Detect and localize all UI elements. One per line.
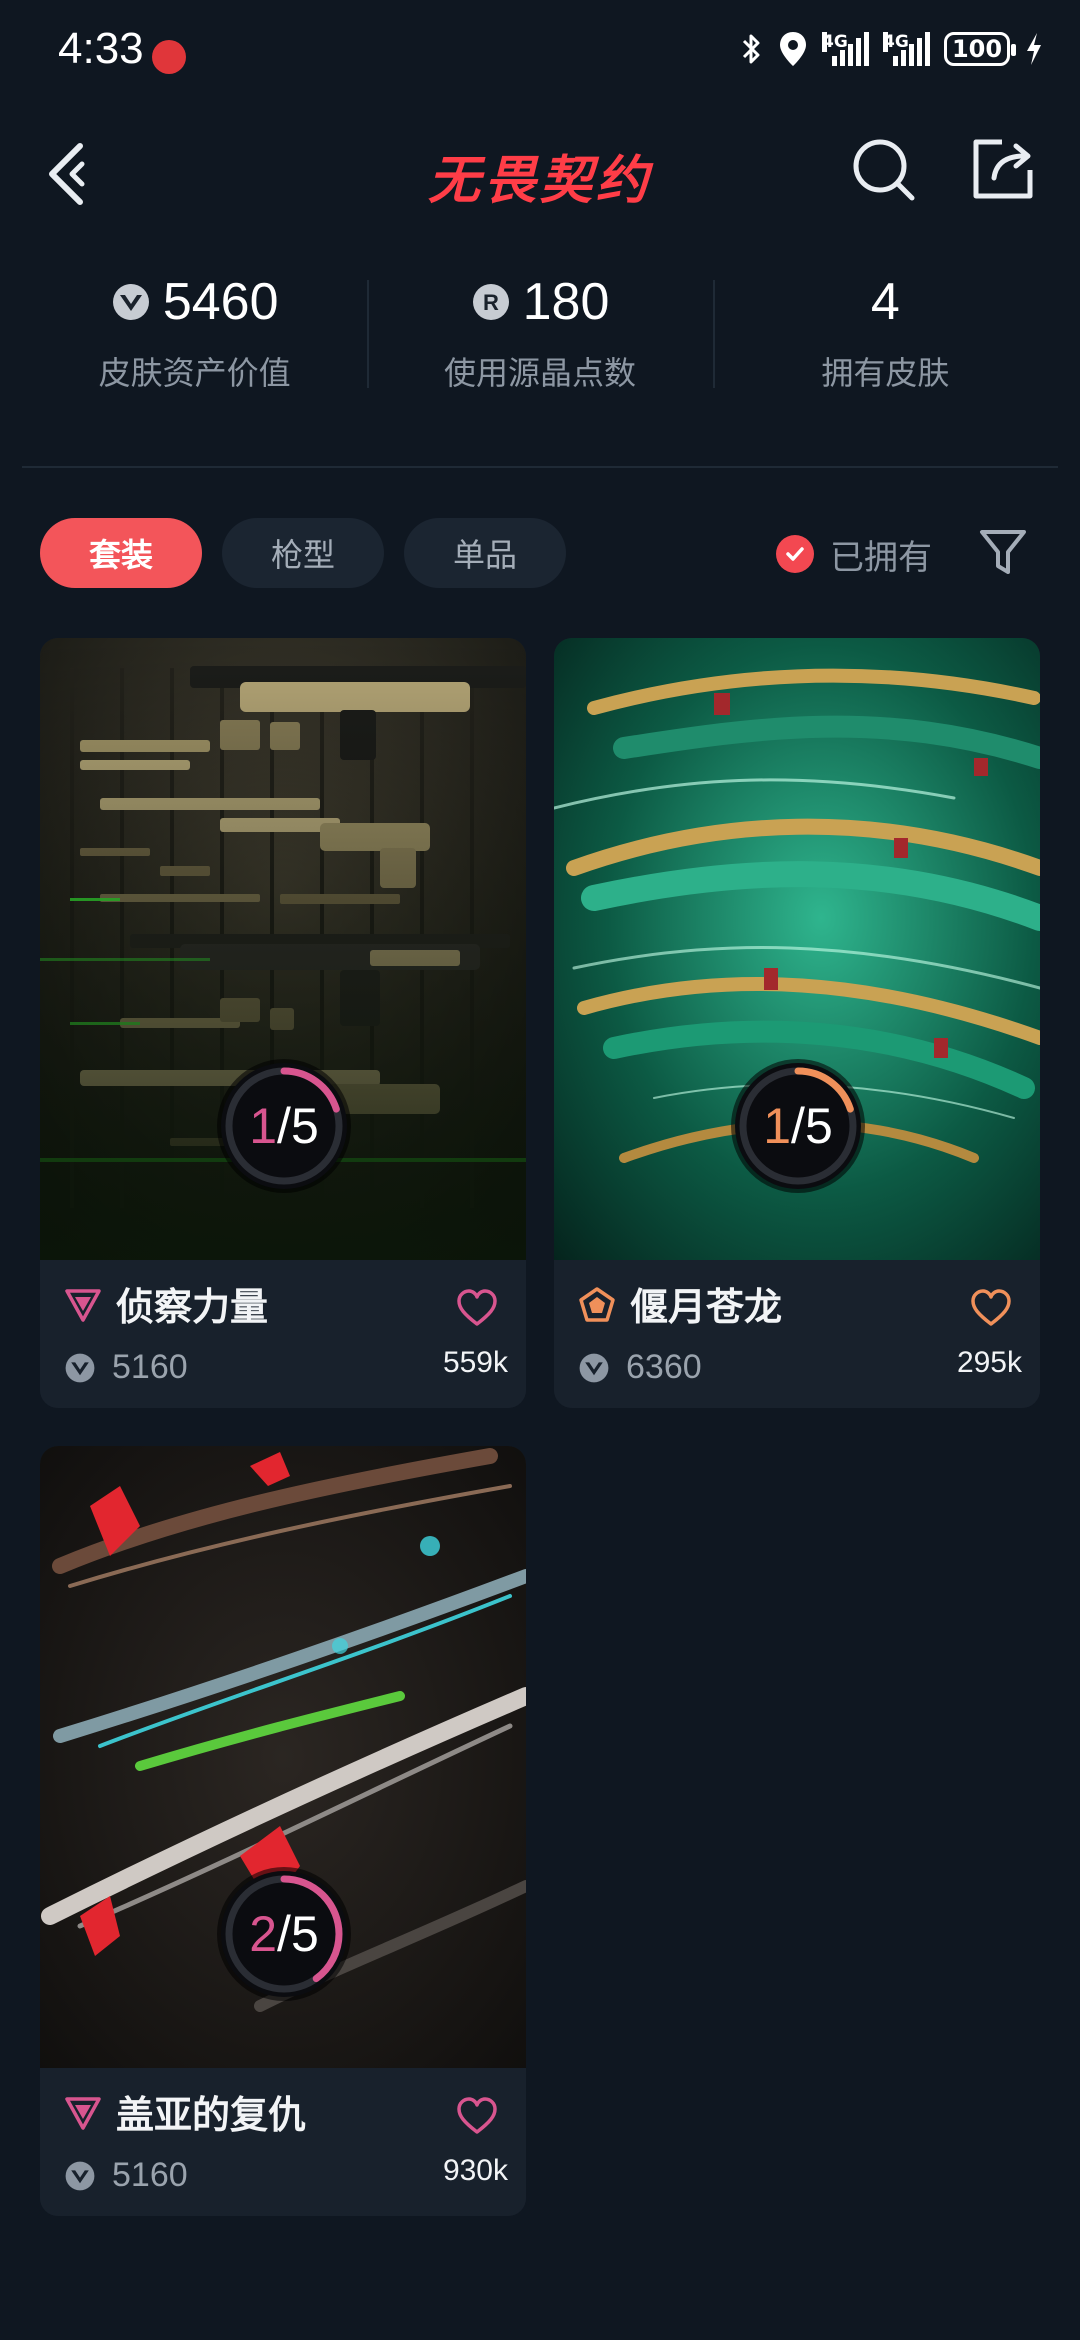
- vp-coin-icon: [579, 1353, 609, 1382]
- radianite-icon: R: [472, 284, 509, 320]
- like-count: 295k: [956, 1346, 1022, 1379]
- tab-single-item[interactable]: 单品: [404, 518, 566, 588]
- stat-radianite: R 180 使用源晶点数: [367, 268, 712, 408]
- progress-total: 5: [804, 1098, 833, 1154]
- bundle-price: 6360: [626, 1348, 702, 1386]
- stat-label: 拥有皮肤: [821, 354, 950, 392]
- bundle-card[interactable]: 2/5 盖亚的复仇 5160 930k: [40, 1446, 526, 2216]
- exclusive-tier-icon: [579, 1287, 615, 1322]
- stat-value: 180: [522, 273, 610, 331]
- progress-current: 1: [763, 1098, 792, 1154]
- like-count: 930k: [442, 2154, 508, 2187]
- status-bar: 4:33 4G 4G 100: [0, 0, 1080, 110]
- screen: 4:33 4G 4G 100 无畏契约 5460 皮肤资产价值 R 180 使用…: [0, 0, 1080, 2340]
- bundle-info: 盖亚的复仇 5160 930k: [40, 2068, 526, 2216]
- progress-current: 1: [249, 1098, 278, 1154]
- category-tabs: 套装 枪型 单品: [40, 518, 566, 588]
- bundle-artwork: 1/5: [554, 638, 1040, 1260]
- bundle-card[interactable]: 1/5 侦察力量 5160 559k: [40, 638, 526, 1408]
- battery-level: 100: [951, 35, 1003, 63]
- battery-icon: 100: [944, 32, 1016, 66]
- bundle-artwork: 1/5: [40, 638, 526, 1260]
- heart-icon[interactable]: [456, 1288, 498, 1328]
- notification-dot-icon: [152, 40, 186, 74]
- network-label-1: 4G: [822, 32, 848, 52]
- checkbox-checked-icon[interactable]: [776, 535, 814, 573]
- stat-value: 4: [870, 273, 900, 331]
- bundle-card[interactable]: 1/5 偃月苍龙 6360 295k: [554, 638, 1040, 1408]
- stat-label: 皮肤资产价值: [98, 354, 291, 392]
- tab-weapon-type[interactable]: 枪型: [222, 518, 384, 588]
- svg-text:R: R: [483, 290, 499, 315]
- stat-owned-skins: 4 拥有皮肤: [712, 268, 1058, 408]
- charging-icon: [1027, 33, 1041, 65]
- bundle-name: 盖亚的复仇: [116, 2093, 307, 2137]
- vp-coin-icon: [65, 1353, 95, 1382]
- bundle-price: 5160: [112, 2156, 188, 2194]
- like-count: 559k: [442, 1346, 508, 1379]
- location-icon: [780, 32, 806, 66]
- asset-stats: 5460 皮肤资产价值 R 180 使用源晶点数 4 拥有皮肤: [22, 268, 1058, 408]
- progress-current: 2: [249, 1906, 278, 1962]
- progress-total: 5: [290, 1098, 319, 1154]
- header: 无畏契约: [0, 110, 1080, 230]
- vp-coin-icon: [112, 284, 149, 320]
- collection-progress-ring: 1/5: [221, 1063, 347, 1189]
- bundle-artwork: 2/5: [40, 1446, 526, 2068]
- bundle-info: 侦察力量 5160 559k: [40, 1260, 526, 1408]
- heart-icon[interactable]: [456, 2096, 498, 2136]
- premium-tier-icon: [65, 1289, 101, 1322]
- status-icons: 4G 4G 100: [740, 30, 1044, 68]
- owned-label: 已拥有: [830, 537, 932, 578]
- divider: [22, 466, 1058, 468]
- bundle-info: 偃月苍龙 6360 295k: [554, 1260, 1040, 1408]
- progress-total: 5: [290, 1906, 319, 1962]
- network-label-2: 4G: [883, 32, 909, 52]
- owned-toggle[interactable]: 已拥有: [776, 524, 932, 584]
- vp-coin-icon: [65, 2161, 95, 2190]
- bundle-price: 5160: [112, 1348, 188, 1386]
- share-icon[interactable]: [966, 132, 1038, 204]
- bluetooth-icon: [742, 34, 760, 64]
- cell-signal-2-icon: 4G: [883, 32, 930, 66]
- cell-signal-1-icon: 4G: [822, 32, 869, 66]
- status-time: 4:33: [58, 24, 144, 73]
- stat-asset-value: 5460 皮肤资产价值: [22, 268, 367, 408]
- bundle-name: 侦察力量: [116, 1285, 269, 1329]
- tab-bundles[interactable]: 套装: [40, 518, 202, 588]
- stat-value: 5460: [162, 273, 279, 331]
- stat-label: 使用源晶点数: [443, 354, 636, 392]
- premium-tier-icon: [65, 2097, 101, 2130]
- collection-progress-ring: 2/5: [221, 1871, 347, 1997]
- filter-icon[interactable]: [978, 526, 1028, 580]
- search-icon[interactable]: [848, 134, 920, 206]
- heart-icon[interactable]: [970, 1288, 1012, 1328]
- collection-progress-ring: 1/5: [735, 1063, 861, 1189]
- bundle-name: 偃月苍龙: [630, 1285, 783, 1329]
